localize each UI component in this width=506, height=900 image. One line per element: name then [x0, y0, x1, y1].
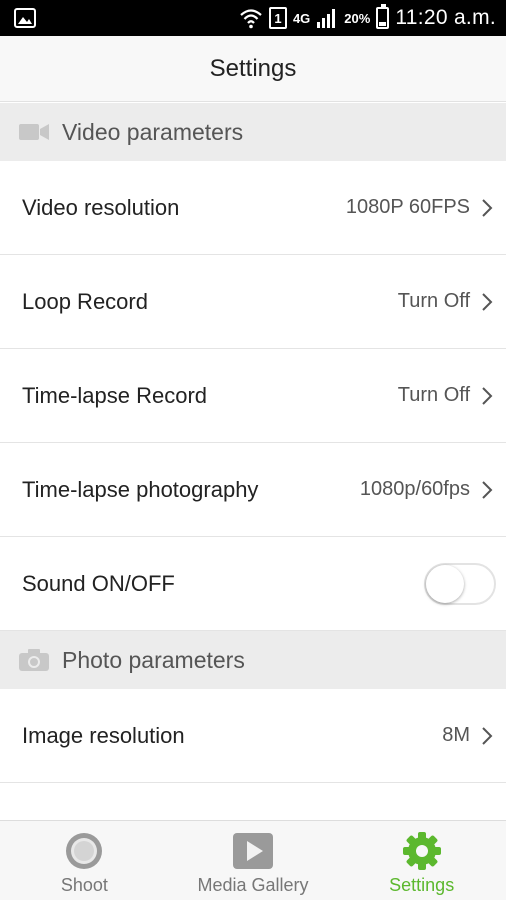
battery-percent: 20% — [344, 10, 371, 26]
shoot-circle-icon — [62, 831, 106, 871]
video-camera-icon — [18, 120, 52, 144]
row-video-resolution[interactable]: Video resolution 1080P 60FPS — [0, 161, 506, 255]
row-label: Time-lapse Record — [22, 382, 208, 408]
wifi-icon — [240, 9, 262, 29]
sim-indicator: 1 — [268, 7, 287, 29]
chevron-right-icon — [478, 291, 496, 313]
bottom-navigation: Shoot Media Gallery Settings — [0, 820, 506, 900]
chevron-right-icon — [478, 385, 496, 407]
clock: 11:20 a.m. — [395, 6, 496, 29]
row-sound-toggle: Sound ON/OFF — [0, 537, 506, 631]
nav-label: Media Gallery — [197, 875, 309, 895]
signal-icon — [317, 9, 336, 28]
page-title: Settings — [209, 54, 297, 82]
photo-camera-icon — [18, 648, 52, 672]
toggle-knob — [426, 564, 464, 603]
row-label: Video resolution — [22, 194, 180, 220]
gallery-notification-icon — [14, 8, 36, 28]
row-time-lapse-record[interactable]: Time-lapse Record Turn Off — [0, 349, 506, 443]
section-video-parameters: Video parameters — [0, 103, 506, 161]
chevron-right-icon — [478, 197, 496, 219]
nav-label: Shoot — [60, 875, 108, 895]
play-icon — [231, 831, 275, 871]
section-label: Video parameters — [62, 118, 244, 145]
sound-toggle-switch[interactable] — [424, 562, 496, 605]
row-label: Sound ON/OFF — [22, 570, 175, 596]
row-label: Loop Record — [22, 288, 148, 314]
gear-icon — [400, 831, 444, 871]
row-value: 1080p/60fps — [359, 478, 470, 500]
chevron-right-icon — [478, 479, 496, 501]
app-header: Settings — [0, 36, 506, 102]
row-loop-record[interactable]: Loop Record Turn Off — [0, 255, 506, 349]
row-value: Turn Off — [397, 290, 470, 312]
row-label: Image resolution — [22, 722, 185, 748]
section-label: Photo parameters — [62, 646, 245, 673]
nav-shoot[interactable]: Shoot — [0, 821, 169, 900]
network-type: 4G — [292, 10, 311, 26]
row-time-lapse-photography[interactable]: Time-lapse photography 1080p/60fps — [0, 443, 506, 537]
nav-media-gallery[interactable]: Media Gallery — [169, 821, 338, 900]
status-bar: 1 4G 20% 11:20 a.m. — [0, 0, 506, 36]
row-value: 1080P 60FPS — [345, 196, 470, 218]
chevron-right-icon — [478, 725, 496, 747]
nav-label: Settings — [389, 875, 455, 895]
section-photo-parameters: Photo parameters — [0, 631, 506, 689]
row-value: 8M — [442, 724, 470, 746]
row-image-resolution[interactable]: Image resolution 8M — [0, 689, 506, 783]
battery-icon — [376, 4, 390, 29]
row-value: Turn Off — [397, 384, 470, 406]
row-label: Time-lapse photography — [22, 476, 259, 502]
nav-settings[interactable]: Settings — [337, 821, 506, 900]
